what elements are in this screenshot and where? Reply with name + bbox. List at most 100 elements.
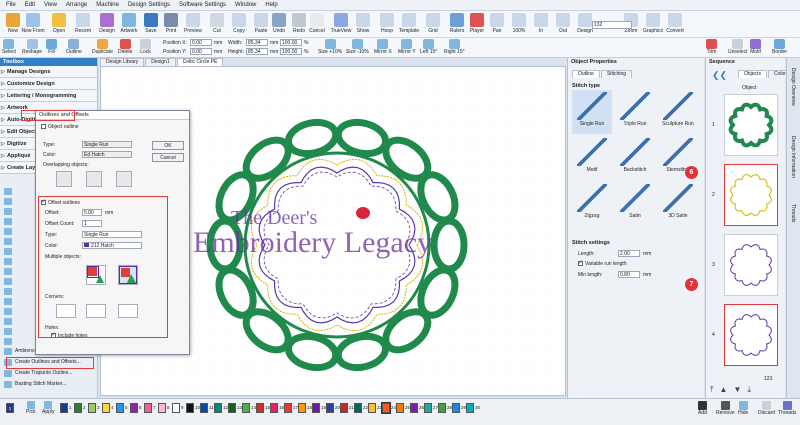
op-tab-0[interactable]: Outline [572,70,600,78]
transform-2-button[interactable]: Mirror X [374,39,392,55]
toolbar-hoop-button[interactable]: Hoop [376,13,398,34]
toolbar-trueview-button[interactable]: TrueView [330,13,352,34]
color-chip[interactable] [438,403,446,413]
toolbar-convert-button[interactable]: Convert [664,13,686,34]
menu-item-help[interactable]: Help [265,2,277,8]
sequence-row[interactable] [724,304,778,366]
bottom-remove-button[interactable]: Remove [716,401,735,416]
menu-item-machine[interactable]: Machine [96,2,119,8]
ok-button[interactable]: OK [152,141,184,150]
toolbar-player-button[interactable]: Player [466,13,488,34]
tool-icon[interactable] [4,198,12,205]
color-chip[interactable] [340,403,348,413]
toolbar-select-button[interactable]: Select [2,39,16,55]
toolbar-copy-button[interactable]: Copy [228,13,250,34]
bottom-threads-button[interactable]: Threads [778,401,796,416]
object-outline-checkbox[interactable] [41,124,46,130]
op-tab-1[interactable]: Stitching [600,70,633,78]
toolbox-section-2[interactable]: Lettering / Monogramming [0,90,97,102]
doc-tab-1[interactable]: Design1 [145,58,176,66]
color-chip[interactable] [284,403,292,413]
tool-icon[interactable] [4,268,12,275]
color-chip[interactable] [242,403,250,413]
stitch-single-run[interactable]: Single Run [572,90,612,134]
bottom-pick-button[interactable]: Pick [26,401,35,415]
overlap-option-icon[interactable] [56,171,72,187]
min-length-field[interactable]: 0.80 [618,271,640,278]
tool-icon[interactable] [4,338,12,345]
move-bottom-icon[interactable]: ⤓ [747,385,751,395]
sequence-row[interactable] [724,94,778,156]
overlap-option-icon[interactable] [116,171,132,187]
bottom-apply-button[interactable]: Apply [42,401,55,415]
toolbar-cancel-button[interactable]: Cancel [306,13,328,34]
toolbar-outline-button[interactable]: Outline [66,39,82,55]
sequence-row[interactable] [724,234,778,296]
stitch-zigzag[interactable]: Zigzag [572,182,612,226]
toolbox-section-1[interactable]: Customize Design [0,78,97,90]
toolbar-fill-button[interactable]: Fill [46,39,57,55]
tool-icon[interactable] [4,218,12,225]
color-chip[interactable] [452,403,460,413]
collapse-arrows-icon[interactable]: ❮❮ [712,70,727,81]
stitch-3d-satin[interactable]: 3D Satin [658,182,698,226]
tool-border-button[interactable]: Border [772,39,787,55]
toolbar-cut-button[interactable]: Cut [206,13,228,34]
color-chip[interactable] [312,403,320,413]
toolbar-out-button[interactable]: Out [552,13,574,34]
object-outline-option[interactable]: Object outline [41,124,79,130]
color-chip[interactable] [88,403,96,413]
menu-item-edit[interactable]: Edit [25,2,35,8]
toolbar-in-button[interactable]: In [530,13,552,34]
color-chip[interactable] [354,403,362,413]
toolbox-tool-2[interactable]: Create Trapunto Outline... [4,369,73,378]
move-down-icon[interactable]: ▼ [733,385,741,395]
color-chip[interactable] [158,403,166,413]
toolbar-new-from-button[interactable]: New From [21,13,45,34]
color-chip[interactable] [424,403,432,413]
toolbar-show-button[interactable]: Show [352,13,374,34]
menu-item-design-settings[interactable]: Design Settings [128,2,170,8]
color-chip[interactable] [298,403,306,413]
toolbar-duplicate-button[interactable]: Duplicate [92,39,113,55]
tool-icon[interactable] [4,188,12,195]
type-select[interactable]: Single Run [82,141,132,148]
transform-4-button[interactable]: Left 15° [420,39,437,55]
color-chip[interactable] [144,403,152,413]
toolbar-design-button[interactable]: Design [96,13,118,34]
stitch-backstitch[interactable]: Backstitch [615,136,655,180]
color-chip[interactable] [102,403,110,413]
toolbar-save-button[interactable]: Save [140,13,162,34]
toolbar-pan-button[interactable]: Pan [486,13,508,34]
color-chip[interactable] [410,403,418,413]
height-field[interactable]: 85.34 [246,48,268,55]
tool-icon[interactable] [4,258,12,265]
scale-x-field[interactable]: 100.00 [280,39,302,46]
move-top-icon[interactable]: ⤒ [710,385,714,395]
toolbar-open-button[interactable]: Open [48,13,70,34]
color-chip[interactable] [466,403,474,413]
color-chip[interactable] [326,403,334,413]
sequence-row[interactable] [724,164,778,226]
toolbar-graphics-button[interactable]: Graphics [642,13,664,34]
tool-icon[interactable] [4,208,12,215]
color-chip[interactable] [130,403,138,413]
stitch-triple-run[interactable]: Triple Run [615,90,655,134]
color-chip[interactable] [186,403,194,413]
toolbar-preview-button[interactable]: Preview [182,13,204,34]
color-select[interactable]: Ed Hatch [82,151,132,158]
tool-motif-button[interactable]: Motif [750,39,761,55]
toolbar-grid-button[interactable]: Grid [422,13,444,34]
bottom-add-button[interactable]: Add [698,401,707,416]
transform-1-button[interactable]: Size -10% [346,39,369,55]
color-chip[interactable] [396,403,404,413]
stitch-satin[interactable]: Satin [615,182,655,226]
tool-unselect-button[interactable]: Unselect [728,39,747,55]
position-y-field[interactable]: 0.00 [190,48,212,55]
variable-run-option[interactable]: Variable run length [578,259,627,267]
scale-y-field[interactable]: 100.00 [280,48,302,55]
tool-icon[interactable] [4,318,12,325]
bottom-hide-button[interactable]: Hide [738,401,748,416]
cancel-button[interactable]: Cancel [152,153,184,162]
width-field[interactable]: 85.34 [246,39,268,46]
